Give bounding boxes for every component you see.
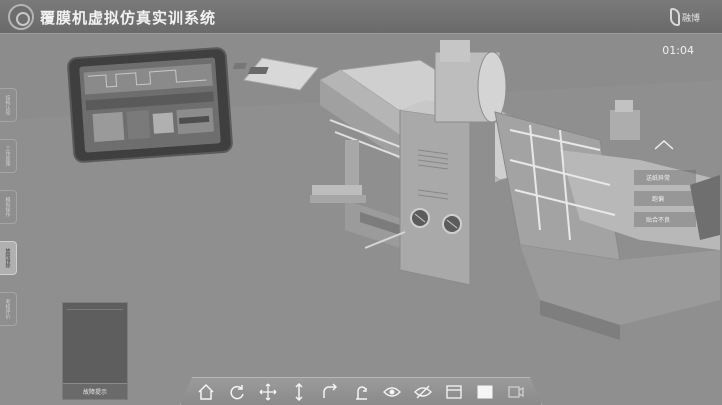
move-icon[interactable] (255, 380, 282, 404)
undo-icon[interactable] (317, 380, 344, 404)
view-toolbar (180, 377, 542, 405)
fault-hint-button[interactable]: 故障提示 (63, 383, 127, 399)
app-title: 覆膜机虚拟仿真实训系统 (40, 9, 217, 27)
window-icon[interactable] (441, 380, 468, 404)
menu-item-structure[interactable]: 结构认知 (0, 88, 17, 122)
tablet-machine-preview (79, 57, 221, 153)
menu-item-simulation[interactable]: 模拟操作 (0, 190, 17, 224)
brand-logo: 融博 (670, 6, 708, 28)
logo-icon (8, 4, 34, 30)
tablet-device[interactable] (66, 46, 234, 164)
eye-off-icon[interactable] (410, 380, 437, 404)
fault-hint-panel: 故障提示 (62, 302, 128, 400)
fill-icon[interactable] (472, 380, 499, 404)
reset-view-icon[interactable] (348, 380, 375, 404)
eye-icon[interactable] (379, 380, 406, 404)
menu-item-troubleshooting[interactable]: 故障排除 (0, 241, 17, 275)
hint-content-area (67, 309, 123, 379)
vertical-move-icon[interactable] (286, 380, 313, 404)
menu-item-principle[interactable]: 工作原理 (0, 139, 17, 173)
fault-options-list: 送纸异常 跑偏 贴合不良 (634, 170, 696, 233)
camera-icon[interactable] (503, 380, 530, 404)
header-bar: 覆膜机虚拟仿真实训系统 融博 (0, 0, 722, 34)
side-menu: 结构认知 工作原理 模拟操作 故障排除 考核评价 (0, 88, 18, 343)
brand-mark-icon (670, 8, 680, 26)
home-icon[interactable] (193, 380, 220, 404)
fault-option-deviation[interactable]: 跑偏 (634, 191, 696, 206)
fault-option-feed-error[interactable]: 送纸异常 (634, 170, 696, 185)
tablet-screen (79, 57, 221, 153)
brand-text: 融博 (682, 13, 701, 24)
chevron-up-icon[interactable] (654, 140, 674, 150)
rotate-icon[interactable] (224, 380, 251, 404)
fault-option-poor-lamination[interactable]: 贴合不良 (634, 212, 696, 227)
menu-item-assessment[interactable]: 考核评价 (0, 292, 17, 326)
countdown-timer: 01:04 (662, 44, 694, 57)
